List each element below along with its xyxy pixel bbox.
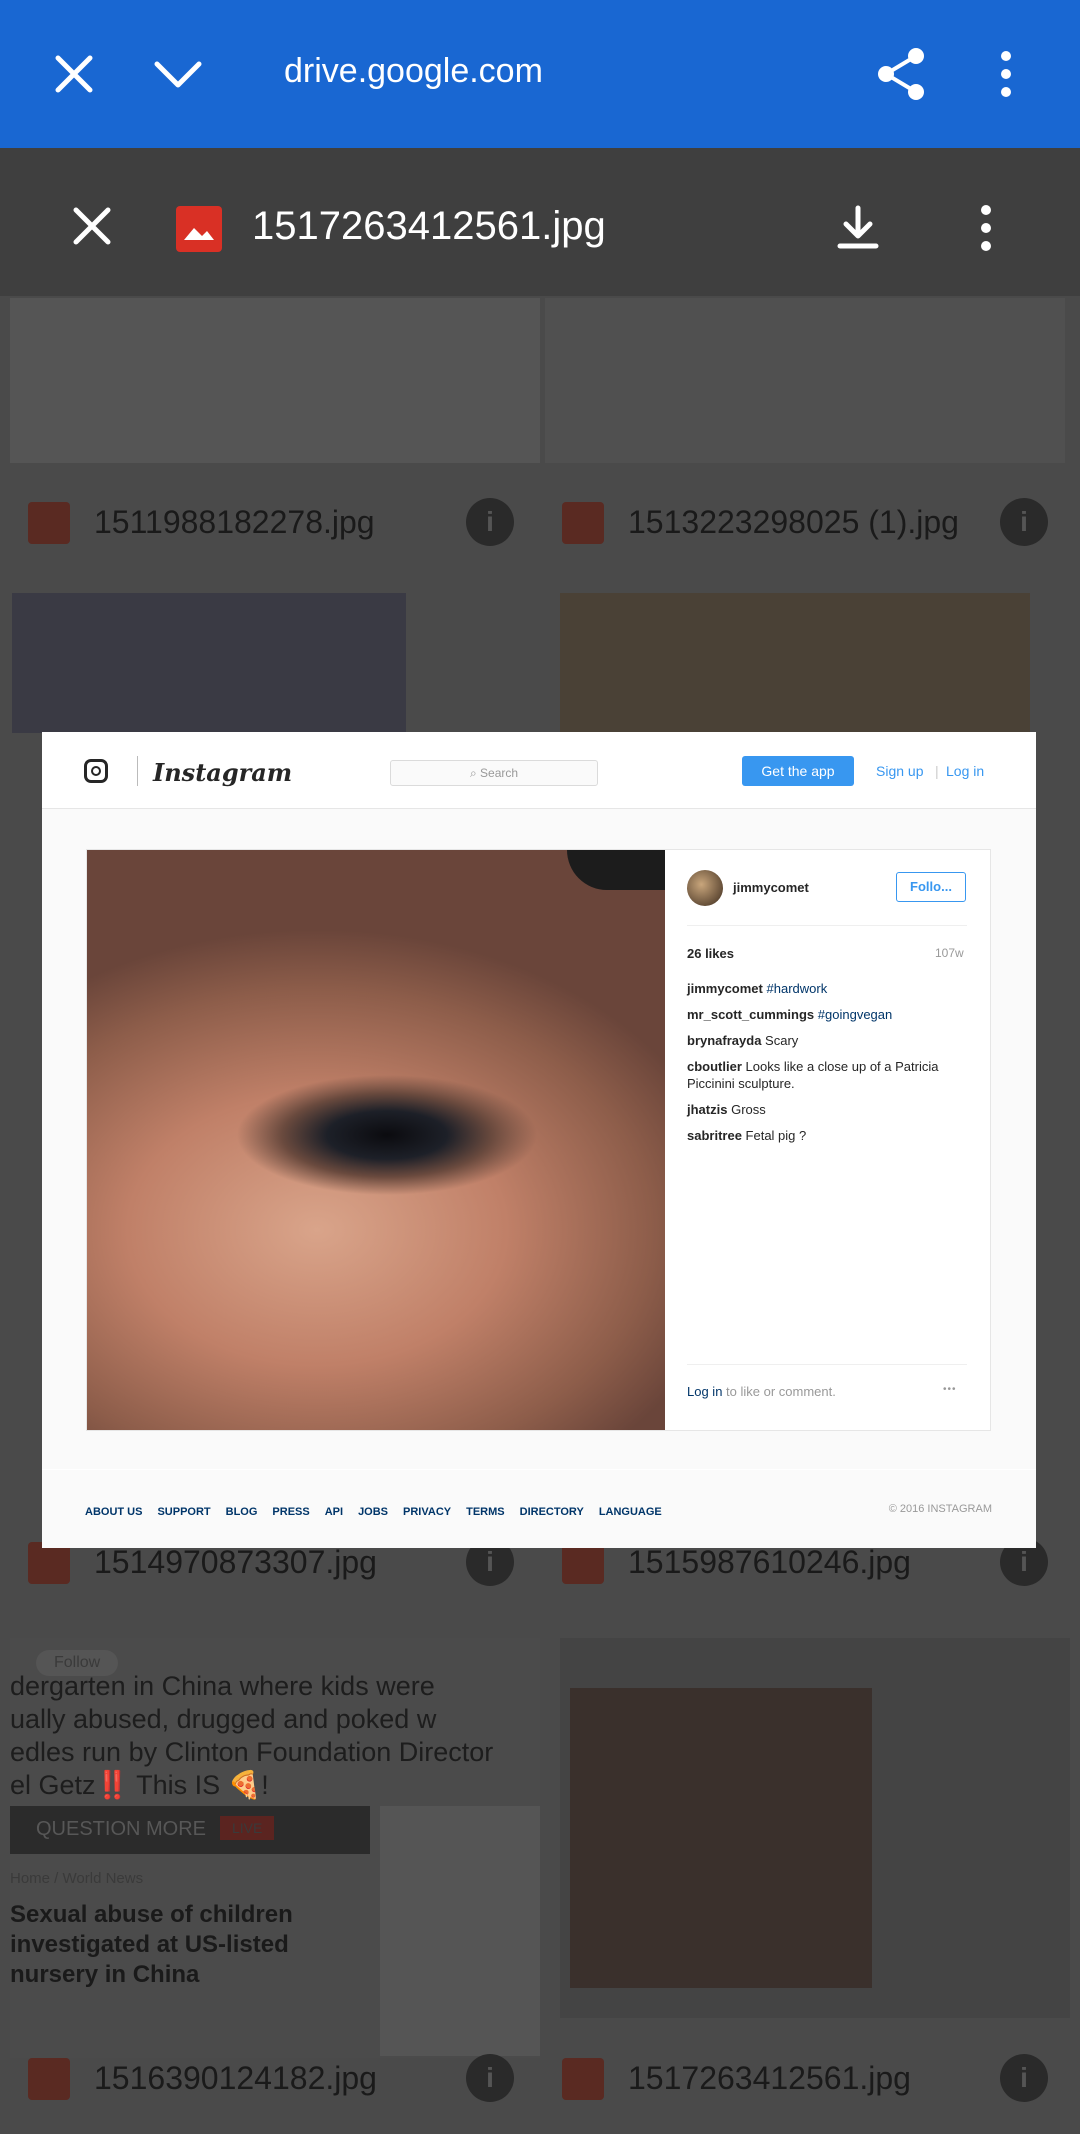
- post-sidebar: jimmycomet Follo... 26 likes 107w jimmyc…: [665, 850, 990, 1430]
- post-photo: [87, 850, 665, 1430]
- instagram-content: jimmycomet Follo... 26 likes 107w jimmyc…: [42, 809, 1036, 1469]
- file-name[interactable]: 1511988182278.jpg: [94, 504, 375, 541]
- search-icon: ⌕: [469, 766, 481, 780]
- file-thumbnail[interactable]: [545, 298, 1065, 463]
- image-file-icon: [562, 1542, 604, 1584]
- close-icon[interactable]: [70, 204, 114, 253]
- breadcrumb: Home / World News: [10, 1870, 144, 1887]
- comment: cboutlier Looks like a close up of a Pat…: [687, 1059, 939, 1091]
- footer-link[interactable]: About us: [85, 1506, 142, 1518]
- file-name[interactable]: 1513223298025 (1).jpg: [628, 504, 959, 541]
- post-username[interactable]: jimmycomet: [733, 880, 809, 895]
- sign-up-link[interactable]: Sign up: [876, 763, 923, 779]
- divider: [687, 1364, 967, 1365]
- divider: [137, 756, 138, 786]
- site-bar: QUESTION MORE LIVE: [10, 1806, 370, 1854]
- info-icon[interactable]: i: [1000, 2054, 1048, 2102]
- search-input[interactable]: ⌕ Search: [390, 760, 598, 786]
- footer-links: About us Support Blog Press API Jobs Privacy Te…: [85, 1502, 677, 1520]
- file-thumbnail[interactable]: [10, 298, 540, 463]
- share-icon[interactable]: [866, 38, 938, 110]
- image-file-icon: [28, 2058, 70, 2100]
- image-file-icon: [562, 2058, 604, 2100]
- get-app-button[interactable]: Get the app: [742, 756, 854, 786]
- photo-thumbnail: [570, 1688, 872, 1988]
- footer-link[interactable]: Jobs: [358, 1506, 388, 1518]
- article-snippet-thumbnail[interactable]: Follow dergarten in China where kids wer…: [10, 1638, 540, 2058]
- divider: |: [935, 763, 939, 779]
- image-file-icon: [28, 1542, 70, 1584]
- download-icon[interactable]: [834, 204, 882, 259]
- instagram-logo: Instagram: [153, 758, 293, 787]
- file-name[interactable]: 1515987610246.jpg: [628, 1544, 911, 1581]
- info-icon[interactable]: i: [1000, 498, 1048, 546]
- post-age: 107w: [935, 946, 964, 960]
- follow-button[interactable]: Follo...: [896, 872, 966, 902]
- file-name[interactable]: 1514970873307.jpg: [94, 1544, 377, 1581]
- more-vert-icon[interactable]: [978, 204, 994, 257]
- footer-link[interactable]: Language: [599, 1506, 662, 1518]
- more-vert-icon[interactable]: [970, 38, 1042, 110]
- log-in-link[interactable]: Log in: [946, 763, 984, 779]
- file-thumbnail[interactable]: [12, 593, 406, 733]
- copyright: © 2016 INSTAGRAM: [888, 1503, 992, 1515]
- browser-toolbar: drive.google.com: [0, 0, 1080, 148]
- info-icon[interactable]: i: [466, 2054, 514, 2102]
- footer-link[interactable]: Terms: [466, 1506, 505, 1518]
- divider: [687, 925, 967, 926]
- article-side-column: [380, 1806, 540, 2056]
- avatar[interactable]: [687, 870, 723, 906]
- article-title: Sexual abuse of children investigated at…: [10, 1901, 293, 1988]
- url-text[interactable]: drive.google.com: [284, 52, 543, 91]
- viewer-header: 1517263412561.jpg: [0, 148, 1080, 296]
- file-name[interactable]: 1517263412561.jpg: [628, 2060, 911, 2097]
- footer-link[interactable]: Blog: [226, 1506, 258, 1518]
- viewed-image[interactable]: Instagram ⌕ Search Get the app Sign up |…: [42, 732, 1036, 1548]
- image-file-icon: [562, 502, 604, 544]
- image-file-icon: [176, 206, 222, 252]
- footer-link[interactable]: API: [325, 1506, 343, 1518]
- footer-link[interactable]: Directory: [520, 1506, 584, 1518]
- instagram-footer: About us Support Blog Press API Jobs Privacy Te…: [42, 1470, 1036, 1548]
- comment: jhatzis Gross: [687, 1102, 766, 1117]
- comment: mr_scott_cummings #goingvegan: [687, 1007, 893, 1022]
- viewer-file-name: 1517263412561.jpg: [252, 204, 606, 248]
- file-thumbnail[interactable]: [560, 593, 1030, 733]
- close-icon[interactable]: [38, 38, 110, 110]
- footer-link[interactable]: Privacy: [403, 1506, 451, 1518]
- chevron-down-icon[interactable]: [142, 38, 214, 110]
- comment: brynafrayda Scary: [687, 1033, 799, 1048]
- login-prompt: Log in to like or comment.: [687, 1384, 836, 1399]
- comments-list: jimmycomet #hardwork mr_scott_cummings #…: [687, 980, 972, 1153]
- instagram-post: jimmycomet Follo... 26 likes 107w jimmyc…: [86, 849, 991, 1431]
- comment: jimmycomet #hardwork: [687, 981, 828, 996]
- file-name[interactable]: 1516390124182.jpg: [94, 2060, 377, 2097]
- likes-count: 26 likes: [687, 946, 734, 961]
- snippet-headline: dergarten in China where kids were ually…: [10, 1671, 494, 1800]
- log-in-link[interactable]: Log in: [687, 1384, 722, 1399]
- instagram-header: Instagram ⌕ Search Get the app Sign up |…: [42, 732, 1036, 809]
- file-thumbnail[interactable]: [560, 1638, 1070, 2018]
- info-icon[interactable]: i: [466, 498, 514, 546]
- footer-link[interactable]: Support: [157, 1506, 210, 1518]
- more-options-icon[interactable]: •••: [943, 1384, 957, 1395]
- comment: sabritree Fetal pig ?: [687, 1128, 807, 1143]
- instagram-camera-icon: [84, 759, 108, 783]
- footer-link[interactable]: Press: [272, 1506, 309, 1518]
- image-file-icon: [28, 502, 70, 544]
